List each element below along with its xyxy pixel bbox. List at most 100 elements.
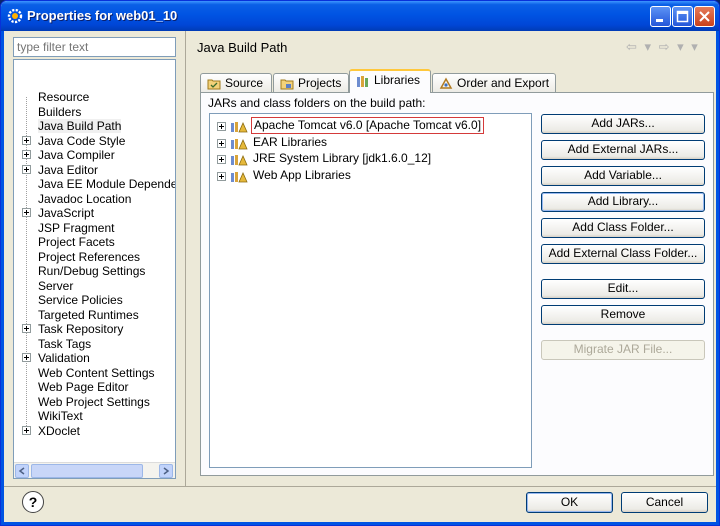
tree-item[interactable]: Targeted Runtimes <box>14 308 175 323</box>
tree-item[interactable]: Validation <box>14 351 175 366</box>
add-library-button[interactable]: Add Library... <box>541 192 705 212</box>
add-variable-button[interactable]: Add Variable... <box>541 166 705 186</box>
scroll-right-arrow-icon[interactable] <box>159 464 173 478</box>
tree-item[interactable]: XDoclet <box>14 424 175 439</box>
page-title: Java Build Path <box>197 40 288 55</box>
expand-plus-icon[interactable] <box>217 138 226 148</box>
pane-splitter[interactable] <box>185 31 186 487</box>
tree-item[interactable]: Task Tags <box>14 337 175 352</box>
expand-plus-icon[interactable] <box>22 425 31 435</box>
bottom-separator <box>4 486 716 487</box>
library-container-icon <box>231 171 248 182</box>
tree-item[interactable]: Web Content Settings <box>14 366 175 381</box>
tree-item-label: Javadoc Location <box>38 191 132 206</box>
tree-item[interactable]: Project Facets <box>14 235 175 250</box>
expand-plus-icon[interactable] <box>22 208 31 217</box>
properties-dialog: Properties for web01_10 ResourceBuilders… <box>0 0 720 526</box>
library-container-icon <box>231 155 248 166</box>
remove-button[interactable]: Remove <box>541 305 705 325</box>
tree-item-label: WikiText <box>38 409 83 423</box>
tree-item-label: Java Compiler <box>38 148 115 162</box>
library-container-icon <box>231 122 248 133</box>
dialog-body: ResourceBuildersJava Build PathJava Code… <box>1 31 719 525</box>
tree-item[interactable]: Javadoc Location <box>14 192 175 207</box>
title-bar[interactable]: Properties for web01_10 <box>1 1 719 31</box>
tree-item-label: Task Repository <box>38 322 124 336</box>
tree-item[interactable]: Builders <box>14 105 175 120</box>
tree-item-label: Server <box>38 278 74 293</box>
add-external-class-folder-button[interactable]: Add External Class Folder... <box>541 244 705 264</box>
tree-item[interactable]: Java Compiler <box>14 148 175 163</box>
tree-item[interactable]: Web Project Settings <box>14 395 175 410</box>
preference-tree[interactable]: Resource Builders Java Build Path Java Code… <box>13 59 176 479</box>
tree-horizontal-scrollbar[interactable] <box>14 462 175 478</box>
tree-item-label: Targeted Runtimes <box>38 307 139 322</box>
libraries-panel: JARs and class folders on the build path… <box>200 92 714 476</box>
tab-order-and-export-label: Order and Export <box>457 76 550 90</box>
tab-libraries[interactable]: Libraries <box>349 69 431 93</box>
tree-item[interactable]: JavaScript <box>14 206 175 221</box>
add-jars-button[interactable]: Add JARs... <box>541 114 705 134</box>
library-container-icon <box>231 138 248 149</box>
tree-item[interactable]: Project References <box>14 250 175 265</box>
tab-source-label: Source <box>225 76 264 90</box>
tree-item[interactable]: Java EE Module Depende <box>14 177 175 192</box>
add-external-jars-button[interactable]: Add External JARs... <box>541 140 705 160</box>
tab-source[interactable]: Source <box>200 73 272 92</box>
tree-item[interactable]: Java Editor <box>14 163 175 178</box>
expand-plus-icon[interactable] <box>22 135 31 145</box>
minimize-button[interactable] <box>650 6 671 27</box>
tree-item[interactable]: WikiText <box>14 409 175 424</box>
tree-item-label: Web Page Editor <box>38 380 129 394</box>
expand-plus-icon[interactable] <box>22 353 31 362</box>
expand-plus-icon[interactable] <box>22 150 31 159</box>
cancel-button[interactable]: Cancel <box>621 492 708 513</box>
tree-item[interactable]: Resource <box>14 90 175 105</box>
tree-item[interactable]: Service Policies <box>14 293 175 308</box>
edit-button[interactable]: Edit... <box>541 279 705 299</box>
library-tree[interactable]: Apache Tomcat v6.0 [Apache Tomcat v6.0] E… <box>209 113 532 468</box>
build-path-label: JARs and class folders on the build path… <box>208 96 426 110</box>
maximize-button[interactable] <box>672 6 693 27</box>
tree-item-label: Java Editor <box>38 162 99 177</box>
tree-item[interactable]: Run/Debug Settings <box>14 264 175 279</box>
library-item-label: EAR Libraries <box>253 134 328 149</box>
tree-item-label: Task Tags <box>38 336 92 351</box>
tree-item[interactable]: Server <box>14 279 175 294</box>
tab-order-and-export[interactable]: Order and Export <box>432 73 556 92</box>
tree-item-label: JSP Fragment <box>38 220 115 235</box>
migrate-jar-button[interactable]: Migrate JAR File... <box>541 340 705 360</box>
expand-plus-icon[interactable] <box>22 164 31 174</box>
tree-item[interactable]: Web Page Editor <box>14 380 175 395</box>
filter-input[interactable] <box>13 37 176 57</box>
tab-libraries-label: Libraries <box>374 73 421 87</box>
window-title: Properties for web01_10 <box>27 8 178 23</box>
history-nav-icon[interactable]: ⇦ ▾ ⇨ ▾ ▾ <box>626 39 700 55</box>
library-item-label: JRE System Library [jdk1.6.0_12] <box>253 151 432 165</box>
minimize-icon <box>656 19 663 22</box>
tree-item-label: Web Content Settings <box>38 365 155 380</box>
tab-projects[interactable]: Projects <box>273 73 349 92</box>
close-button[interactable] <box>694 6 715 27</box>
expand-plus-icon[interactable] <box>22 324 31 333</box>
library-item-label: Web App Libraries <box>253 167 351 182</box>
expand-plus-icon[interactable] <box>217 122 226 131</box>
ok-button[interactable]: OK <box>526 492 613 513</box>
tree-item-label: Builders <box>38 104 82 119</box>
add-class-folder-button[interactable]: Add Class Folder... <box>541 218 705 238</box>
expand-plus-icon[interactable] <box>217 155 226 164</box>
tree-item[interactable]: JSP Fragment <box>14 221 175 236</box>
expand-plus-icon[interactable] <box>217 171 226 181</box>
help-icon[interactable]: ? <box>22 491 44 513</box>
tree-item[interactable]: Java Code Style <box>14 134 175 149</box>
scroll-thumb[interactable] <box>31 464 143 478</box>
library-item-label: Apache Tomcat v6.0 [Apache Tomcat v6.0] <box>251 117 485 134</box>
tree-item-label: Web Project Settings <box>38 394 150 409</box>
tree-item-label: Project References <box>38 249 141 264</box>
tree-item[interactable]: Java Build Path <box>14 119 175 134</box>
scroll-left-arrow-icon[interactable] <box>15 464 29 478</box>
order-export-icon <box>439 77 453 89</box>
tree-item-label: JavaScript <box>38 206 95 220</box>
maximize-icon <box>676 10 689 23</box>
tree-item[interactable]: Task Repository <box>14 322 175 337</box>
